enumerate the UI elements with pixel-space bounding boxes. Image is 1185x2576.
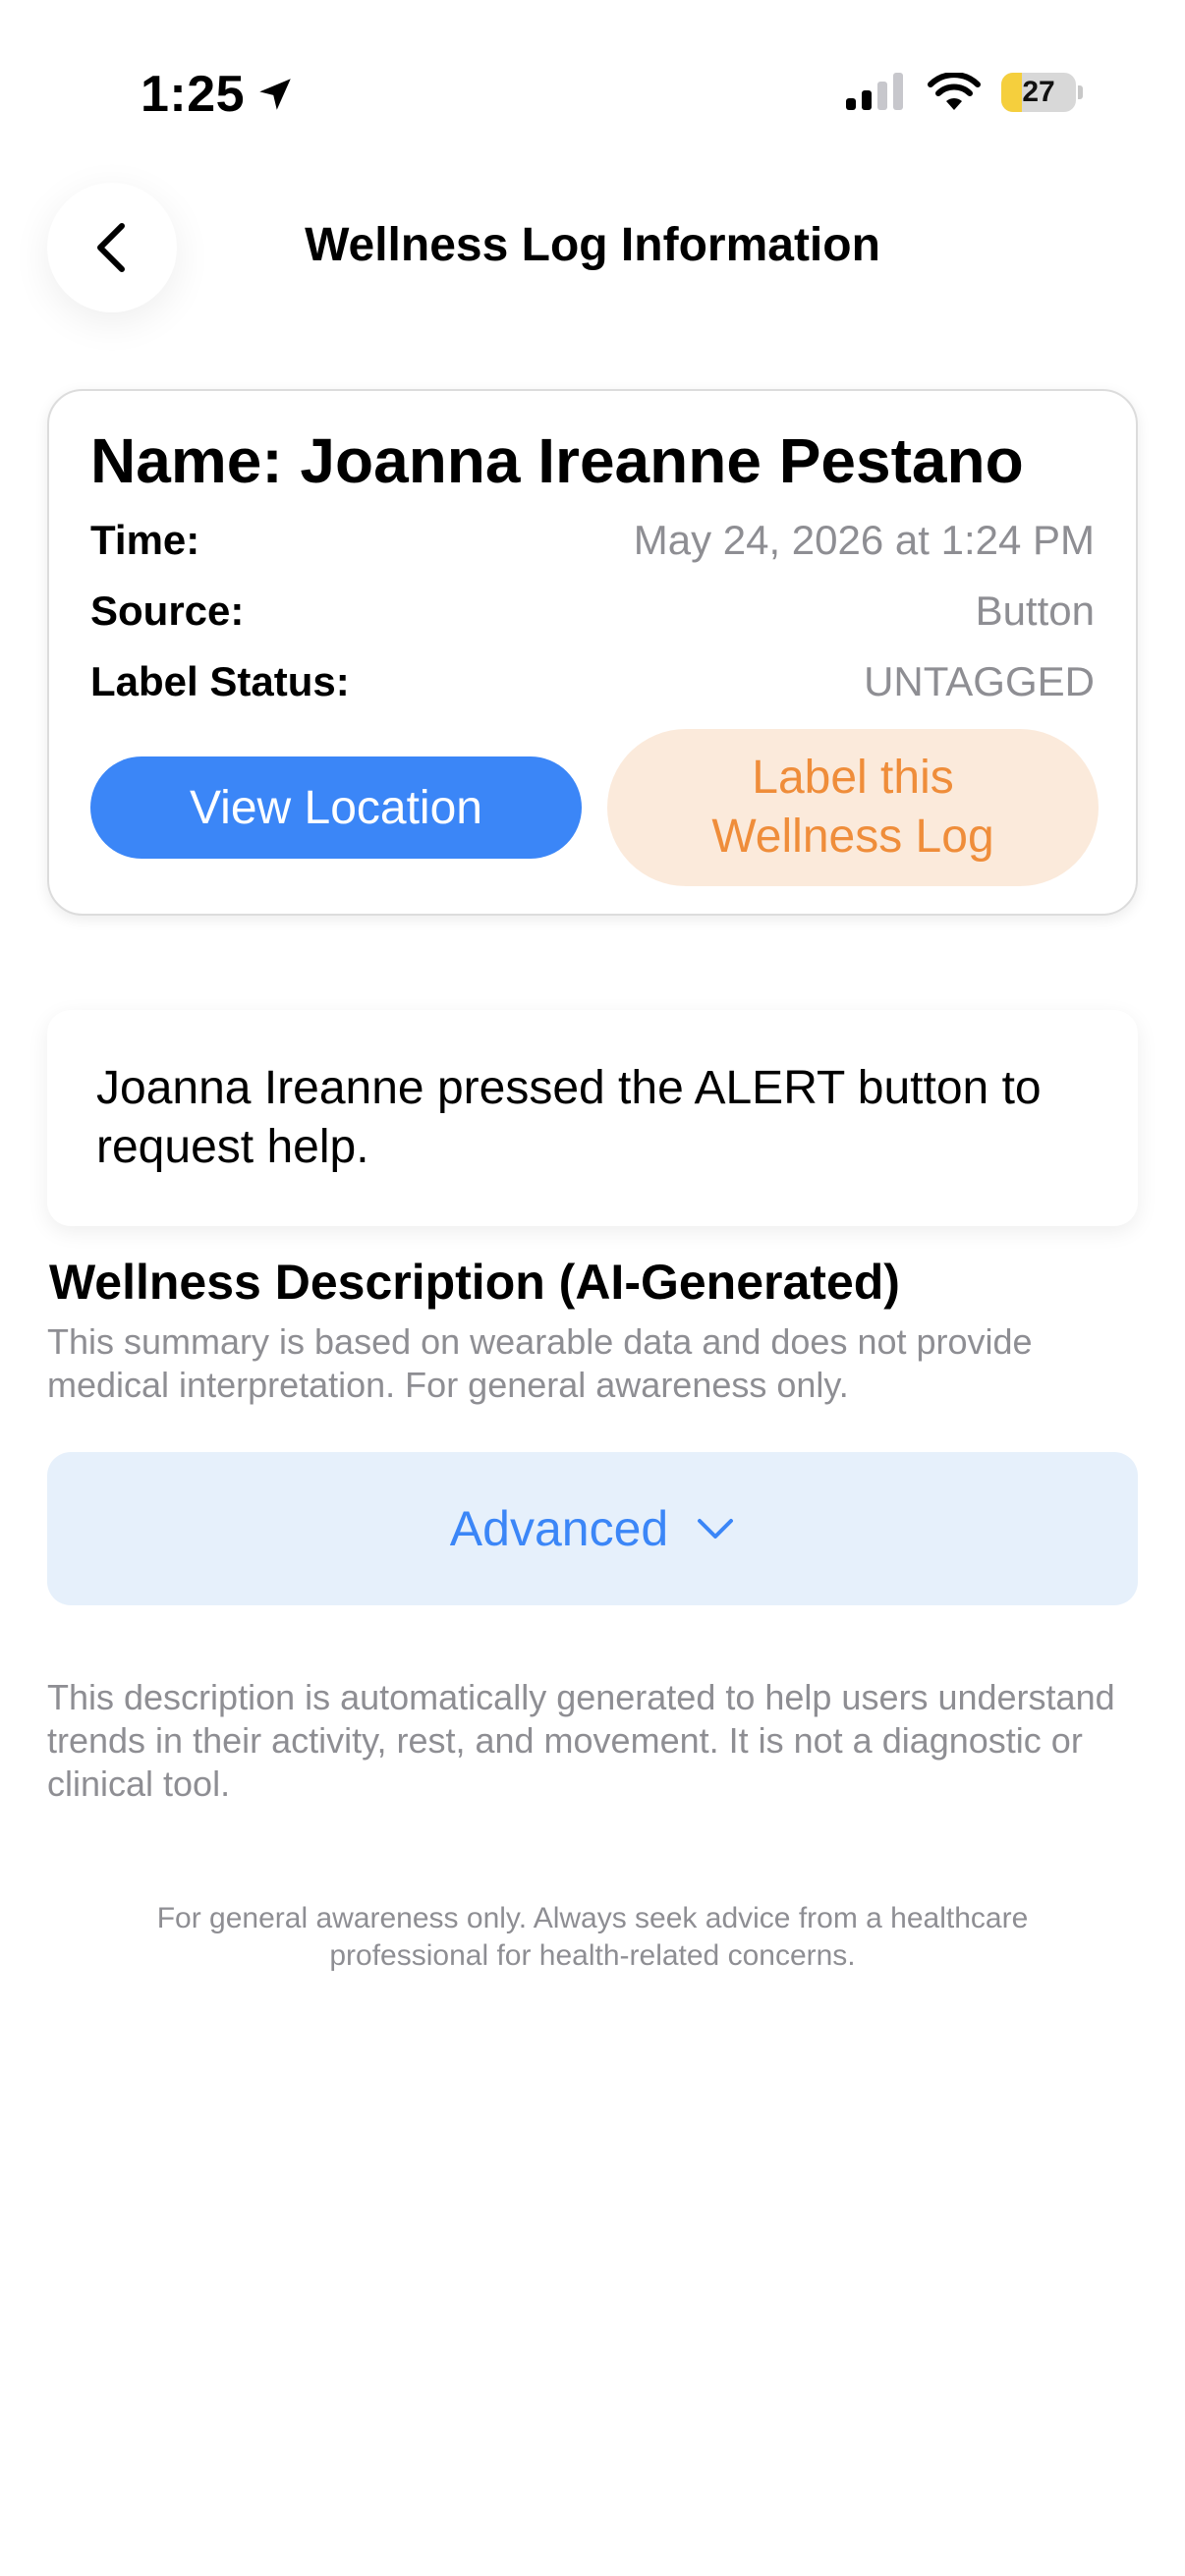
time-label: Time: [90, 517, 200, 563]
description-disclaimer: This description is automatically genera… [47, 1677, 1115, 1804]
wellness-description-title: Wellness Description (AI-Generated) [49, 1255, 900, 1310]
cellular-signal-icon [846, 73, 903, 110]
status-time: 1:25 [141, 65, 296, 124]
label-status-label: Label Status: [90, 658, 350, 704]
wellness-description-subtitle: This summary is based on wearable data a… [47, 1321, 1033, 1405]
label-status-value: UNTAGGED [864, 658, 1095, 704]
view-location-button[interactable]: View Location [90, 756, 582, 859]
label-wellness-log-text: Label this Wellness Log [711, 752, 994, 863]
chevron-down-icon [698, 1519, 734, 1539]
log-name: Name: Joanna Ireanne Pestano [90, 425, 1024, 496]
source-row: Source: Button [90, 588, 1095, 635]
battery-level: 27 [1022, 76, 1055, 108]
location-arrow-icon [259, 79, 291, 110]
page-title: Wellness Log Information [305, 219, 880, 271]
source-value: Button [975, 588, 1095, 634]
footer-disclaimer: For general awareness only. Always seek … [156, 1902, 1029, 1972]
alert-message-card: Joanna Ireanne pressed the ALERT button … [47, 1010, 1138, 1226]
status-icons: 27 [846, 73, 1083, 112]
advanced-label: Advanced [449, 1501, 669, 1556]
battery-icon: 27 [1001, 73, 1083, 112]
time-row: Time: May 24, 2026 at 1:24 PM [90, 517, 1095, 564]
wifi-icon [928, 73, 981, 110]
status-bar: 1:25 27 [0, 0, 1185, 196]
label-status-row: Label Status: UNTAGGED [90, 658, 1095, 705]
battery-cap [1078, 85, 1083, 99]
label-wellness-log-button[interactable]: Label this Wellness Log [607, 729, 1099, 886]
alert-message: Joanna Ireanne pressed the ALERT button … [96, 1062, 1042, 1173]
advanced-toggle-button[interactable]: Advanced [47, 1452, 1138, 1605]
battery-body: 27 [1001, 73, 1076, 112]
source-label: Source: [90, 588, 245, 634]
time-value: May 24, 2026 at 1:24 PM [633, 517, 1095, 563]
status-time-text: 1:25 [141, 66, 246, 123]
wellness-log-card: Name: Joanna Ireanne Pestano Time: May 2… [47, 389, 1138, 916]
